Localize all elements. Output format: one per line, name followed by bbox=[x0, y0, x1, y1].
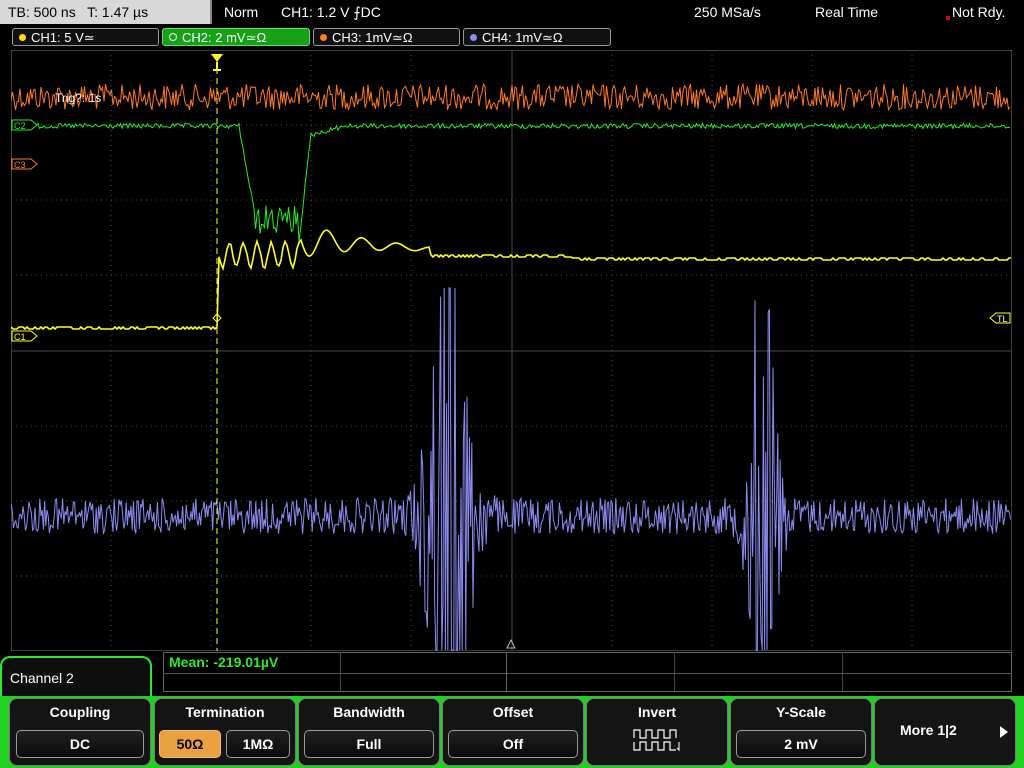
trigger-time-label: Trig?: 1s bbox=[55, 91, 101, 105]
coupling-dc-button[interactable]: DC bbox=[16, 730, 144, 758]
ch3-dot-icon bbox=[320, 34, 327, 41]
bandwidth-label: Bandwidth bbox=[333, 704, 405, 720]
offset-off-button[interactable]: Off bbox=[448, 730, 578, 758]
tab-ch1-label: CH1: 5 V≃ bbox=[31, 30, 95, 45]
tab-ch1[interactable]: CH1: 5 V≃ bbox=[12, 28, 159, 46]
acquisition-mode: Real Time bbox=[815, 4, 879, 20]
menu-title: Channel 2 bbox=[0, 656, 152, 698]
trigger-level-label: TL bbox=[997, 314, 1008, 324]
ch3-marker-label: C3 bbox=[14, 160, 26, 170]
measurement-column-divider bbox=[674, 652, 675, 692]
timebase-box[interactable]: TB: 500 ns T: 1.47 µs bbox=[0, 0, 212, 24]
measurement-column-divider bbox=[842, 652, 843, 692]
termination-1mohm-button[interactable]: 1MΩ bbox=[226, 730, 290, 758]
tab-ch2[interactable]: CH2: 2 mV≃Ω bbox=[162, 28, 310, 46]
ch4-dot-icon bbox=[470, 34, 477, 41]
tab-ch2-label: CH2: 2 mV≃Ω bbox=[182, 30, 267, 45]
trigger-mode[interactable]: Norm bbox=[224, 0, 258, 24]
tab-ch3-label: CH3: 1mV≃Ω bbox=[332, 30, 413, 45]
measurement-divider bbox=[163, 673, 1012, 674]
mean-measurement[interactable]: Mean: -219.01µV bbox=[169, 654, 278, 670]
yscale-label: Y-Scale bbox=[776, 704, 826, 720]
sample-rate: 250 MSa/s bbox=[694, 4, 761, 20]
acquisition-state: Not Rdy. bbox=[945, 0, 1005, 24]
invert-label: Invert bbox=[637, 704, 677, 720]
more-label: More 1|2 bbox=[900, 722, 957, 738]
ch1-marker-label: C1 bbox=[14, 332, 26, 342]
ch2-marker-label: C2 bbox=[14, 121, 26, 131]
tab-ch4-label: CH4: 1mV≃Ω bbox=[482, 30, 563, 45]
yscale-value-button[interactable]: 2 mV bbox=[736, 730, 866, 758]
offset-label: Offset bbox=[492, 704, 534, 720]
tab-ch3[interactable]: CH3: 1mV≃Ω bbox=[313, 28, 460, 46]
waveform-display[interactable]: Trig?: 1s C2 C3 C1 TL bbox=[11, 50, 1012, 651]
tab-ch4[interactable]: CH4: 1mV≃Ω bbox=[463, 28, 611, 46]
ch1-dot-icon bbox=[19, 34, 26, 41]
ch2-dot-icon bbox=[169, 33, 177, 41]
termination-label: Termination bbox=[185, 704, 265, 720]
trigger-info[interactable]: CH1: 1.2 V ⨍DC bbox=[281, 0, 381, 24]
measurement-panel bbox=[163, 652, 1012, 692]
next-page-arrow-icon bbox=[1000, 726, 1008, 738]
timebase-value: TB: 500 ns bbox=[8, 4, 76, 20]
bandwidth-full-button[interactable]: Full bbox=[304, 730, 434, 758]
invert-waveform-icon bbox=[633, 729, 680, 752]
coupling-label: Coupling bbox=[49, 704, 111, 720]
measurement-column-divider bbox=[506, 652, 507, 692]
termination-50ohm-button[interactable]: 50Ω bbox=[159, 730, 221, 758]
measurement-column-divider bbox=[340, 652, 341, 692]
trigger-position: T: 1.47 µs bbox=[87, 4, 149, 20]
